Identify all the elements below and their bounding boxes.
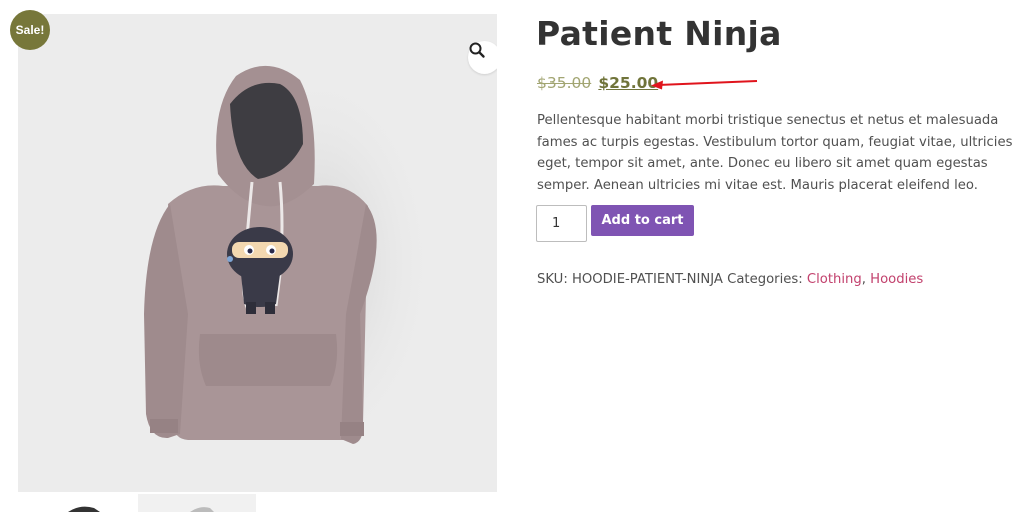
price: $35.00 $25.00	[537, 73, 658, 92]
sku-value: HOODIE-PATIENT-NINJA	[571, 272, 723, 287]
add-to-cart-button[interactable]: Add to cart	[591, 205, 694, 236]
thumbnail-2-image	[190, 507, 214, 512]
categories-label: Categories:	[727, 272, 803, 287]
thumbnail-2[interactable]	[138, 494, 256, 512]
product-page: Sale! Patient Ninja $35.00 $25.00 Pellen…	[0, 0, 1024, 512]
gallery-thumbnails	[18, 494, 258, 512]
sale-badge: Sale!	[10, 10, 50, 50]
quantity-input[interactable]	[536, 205, 587, 242]
product-short-description: Pellentesque habitant morbi tristique se…	[537, 113, 1013, 193]
zoom-button[interactable]	[468, 41, 497, 74]
product-meta: SKU: HOODIE-PATIENT-NINJA Categories: Cl…	[537, 272, 923, 287]
thumbnail-1-image	[68, 506, 100, 512]
sku-label: SKU:	[537, 272, 568, 287]
thumbnail-1[interactable]	[18, 494, 136, 512]
magnifier-icon	[469, 42, 485, 58]
category-link-hoodies[interactable]: Hoodies	[870, 272, 923, 287]
product-image-gallery[interactable]	[18, 14, 497, 492]
annotation-arrow-icon	[651, 80, 758, 90]
category-separator: ,	[861, 272, 866, 287]
product-title: Patient Ninja	[536, 14, 782, 53]
regular-price: $35.00	[537, 74, 592, 92]
hoodie-image	[144, 64, 438, 464]
category-link-clothing[interactable]: Clothing	[807, 272, 862, 287]
